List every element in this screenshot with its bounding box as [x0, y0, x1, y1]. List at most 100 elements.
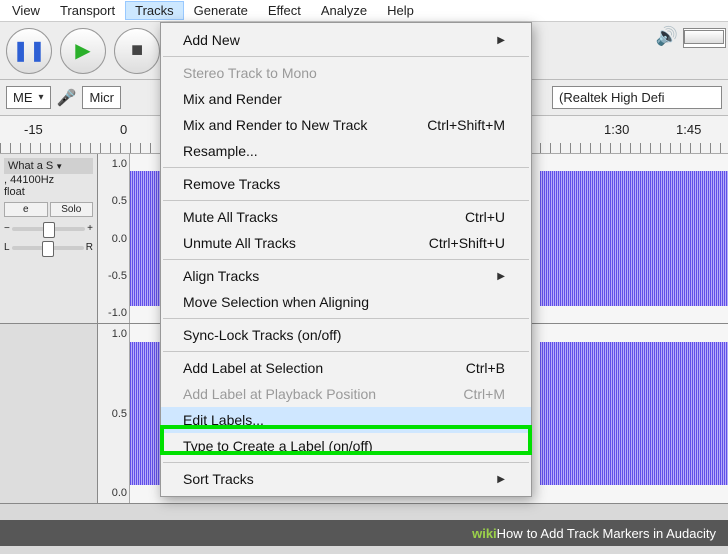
playback-device-dropdown[interactable]: (Realtek High Defi [552, 86, 722, 109]
menu-separator [163, 167, 529, 168]
ruler-tick-neg15: -15 [24, 122, 43, 137]
amplitude-scale: 1.0 0.5 0.0 [98, 324, 130, 503]
menu-item-sync-lock[interactable]: Sync-Lock Tracks (on/off) [161, 322, 531, 348]
menu-label: Unmute All Tracks [183, 235, 296, 251]
tracks-menu: Add New ▶ Stereo Track to Mono Mix and R… [160, 22, 532, 497]
gain-minus-icon: − [4, 223, 10, 234]
menu-item-resample[interactable]: Resample... [161, 138, 531, 164]
pan-left-label: L [4, 242, 10, 253]
menu-separator [163, 200, 529, 201]
menu-item-add-new[interactable]: Add New ▶ [161, 27, 531, 53]
track-name-label: What a S [8, 160, 53, 172]
scale-0: 0.0 [98, 233, 127, 245]
scale-05: 0.5 [98, 408, 127, 420]
menu-item-add-label-selection[interactable]: Add Label at Selection Ctrl+B [161, 355, 531, 381]
play-button[interactable]: ▶ [60, 28, 106, 74]
menu-view[interactable]: View [2, 1, 50, 20]
menu-generate[interactable]: Generate [184, 1, 258, 20]
scale-0: 0.0 [98, 487, 127, 499]
menu-label: Add Label at Playback Position [183, 386, 376, 402]
wikihow-logo-text: wiki [472, 526, 497, 541]
menu-label: Add New [183, 32, 240, 48]
menu-effect[interactable]: Effect [258, 1, 311, 20]
stop-button[interactable]: ■ [114, 28, 160, 74]
menu-item-mix-render-new[interactable]: Mix and Render to New Track Ctrl+Shift+M [161, 112, 531, 138]
menu-item-mute-all[interactable]: Mute All Tracks Ctrl+U [161, 204, 531, 230]
solo-button[interactable]: Solo [50, 202, 94, 217]
menu-label: Type to Create a Label (on/off) [183, 438, 373, 454]
menu-label: Add Label at Selection [183, 360, 323, 376]
submenu-arrow-icon: ▶ [497, 35, 505, 46]
menu-shortcut: Ctrl+B [466, 360, 505, 376]
menu-label: Mix and Render to New Track [183, 117, 367, 133]
chevron-down-icon: ▾ [39, 92, 44, 103]
menu-analyze[interactable]: Analyze [311, 1, 377, 20]
submenu-arrow-icon: ▶ [497, 474, 505, 485]
menu-shortcut: Ctrl+Shift+M [427, 117, 505, 133]
scale-n05: -0.5 [98, 270, 127, 282]
track-control-panel[interactable] [0, 324, 98, 503]
audacity-window: View Transport Tracks Generate Effect An… [0, 0, 728, 546]
output-meter-area: 🔊 [656, 26, 724, 47]
menu-shortcut: Ctrl+Shift+U [429, 235, 505, 251]
menu-separator [163, 318, 529, 319]
track-control-panel[interactable]: What a S ▼ , 44100Hz float e Solo − + L [0, 154, 98, 323]
caption-text: to Add Track Markers in Audacity [527, 526, 716, 541]
menu-label: Sync-Lock Tracks (on/off) [183, 327, 341, 343]
menu-item-unmute-all[interactable]: Unmute All Tracks Ctrl+Shift+U [161, 230, 531, 256]
gain-slider[interactable] [12, 227, 85, 231]
ruler-tick-130: 1:30 [604, 122, 629, 137]
recording-device-dropdown[interactable]: Micr [82, 86, 121, 109]
meter-bar [684, 30, 724, 44]
waveform-region [540, 342, 728, 485]
scale-05: 0.5 [98, 195, 127, 207]
menu-item-sort-tracks[interactable]: Sort Tracks ▶ [161, 466, 531, 492]
track-format-label: float [4, 186, 93, 198]
speaker-icon: 🔊 [656, 26, 678, 47]
menu-label: Align Tracks [183, 268, 259, 284]
menu-item-move-selection[interactable]: Move Selection when Aligning [161, 289, 531, 315]
menu-separator [163, 259, 529, 260]
menu-item-edit-labels[interactable]: Edit Labels... [161, 407, 531, 433]
menu-item-add-label-playback: Add Label at Playback Position Ctrl+M [161, 381, 531, 407]
scale-1: 1.0 [98, 328, 127, 340]
track-rate-label: , 44100Hz [4, 174, 93, 186]
amplitude-scale: 1.0 0.5 0.0 -0.5 -1.0 [98, 154, 130, 323]
ruler-tick-145: 1:45 [676, 122, 701, 137]
pan-slider[interactable] [12, 246, 84, 250]
track-title[interactable]: What a S ▼ [4, 158, 93, 174]
submenu-arrow-icon: ▶ [497, 271, 505, 282]
menubar: View Transport Tracks Generate Effect An… [0, 0, 728, 22]
waveform-region [540, 171, 728, 306]
chevron-down-icon: ▼ [55, 162, 63, 171]
scale-1: 1.0 [98, 158, 127, 170]
menu-separator [163, 56, 529, 57]
recording-device-label: Micr [89, 90, 114, 105]
audio-host-label: ME [13, 90, 33, 105]
menu-shortcut: Ctrl+U [465, 209, 505, 225]
menu-help[interactable]: Help [377, 1, 424, 20]
menu-label: Move Selection when Aligning [183, 294, 369, 310]
menu-label: Remove Tracks [183, 176, 280, 192]
menu-label: Edit Labels... [183, 412, 264, 428]
menu-label: Sort Tracks [183, 471, 254, 487]
menu-item-type-to-create[interactable]: Type to Create a Label (on/off) [161, 433, 531, 459]
pan-right-label: R [86, 242, 93, 253]
menu-item-align-tracks[interactable]: Align Tracks ▶ [161, 263, 531, 289]
mute-button[interactable]: e [4, 202, 48, 217]
menu-label: Stereo Track to Mono [183, 65, 317, 81]
scale-n1: -1.0 [98, 307, 127, 319]
audio-host-dropdown[interactable]: ME ▾ [6, 86, 51, 109]
menu-shortcut: Ctrl+M [463, 386, 505, 402]
pause-button[interactable]: ❚❚ [6, 28, 52, 74]
menu-item-remove-tracks[interactable]: Remove Tracks [161, 171, 531, 197]
menu-transport[interactable]: Transport [50, 1, 125, 20]
menu-item-mix-render[interactable]: Mix and Render [161, 86, 531, 112]
gain-plus-icon: + [87, 223, 93, 234]
menu-item-stereo-to-mono: Stereo Track to Mono [161, 60, 531, 86]
playback-device-label: (Realtek High Defi [559, 90, 665, 105]
menu-label: Mix and Render [183, 91, 282, 107]
menu-tracks[interactable]: Tracks [125, 1, 184, 20]
menu-separator [163, 351, 529, 352]
menu-separator [163, 462, 529, 463]
